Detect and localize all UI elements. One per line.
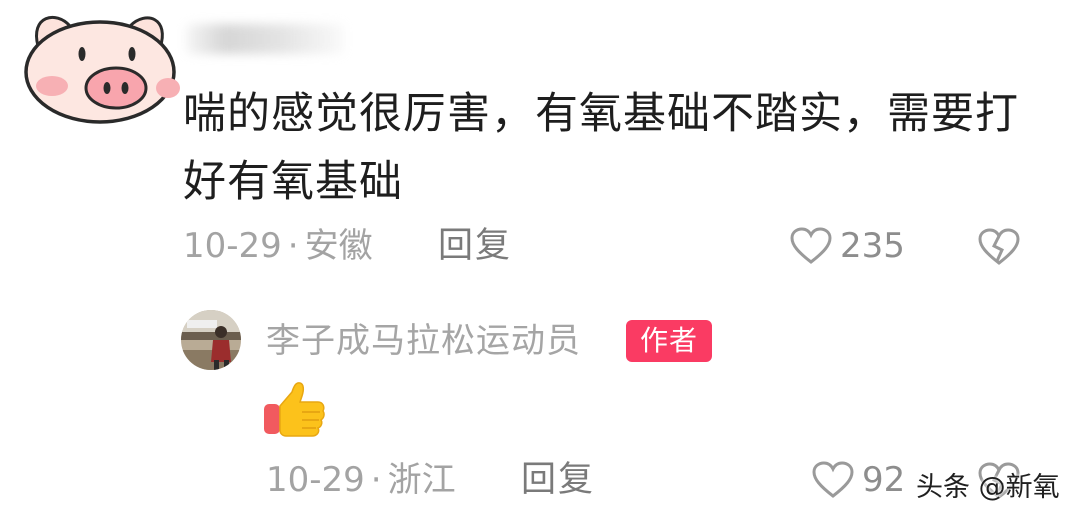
broken-heart-icon xyxy=(978,228,1020,265)
like-button[interactable]: 92 xyxy=(812,458,905,502)
like-count: 92 xyxy=(862,460,906,500)
author-badge: 作者 xyxy=(626,320,712,362)
reply-location: 浙江 xyxy=(387,460,456,500)
author-avatar[interactable] xyxy=(181,310,241,370)
meta-separator: · xyxy=(370,460,382,500)
heart-icon xyxy=(790,227,832,264)
thumbs-up-icon xyxy=(264,382,325,437)
comment-date: 10-29 xyxy=(183,226,282,266)
meta-separator: · xyxy=(287,226,299,266)
watermark: 头条 @新氧 xyxy=(916,472,1060,503)
reply-button[interactable]: 回复 xyxy=(438,224,512,268)
comment-location: 安徽 xyxy=(304,226,373,266)
author-photo xyxy=(181,310,241,370)
reply-button[interactable]: 回复 xyxy=(521,458,595,502)
commenter-avatar[interactable] xyxy=(18,6,180,126)
heart-icon xyxy=(812,461,854,498)
dislike-button[interactable] xyxy=(978,228,1020,270)
username-redacted[interactable] xyxy=(186,24,344,54)
pig-face-icon xyxy=(24,15,180,124)
like-button[interactable]: 235 xyxy=(790,224,905,268)
reply-date: 10-29 xyxy=(266,460,365,500)
reply-meta: 10-29 · 浙江 xyxy=(266,458,456,502)
comment-text: 喘的感觉很厉害，有氧基础不踏实，需要打好有氧基础 xyxy=(183,89,1019,207)
comment-thread: 喘的感觉很厉害，有氧基础不踏实，需要打好有氧基础 10-29 · 安徽 回复 235 xyxy=(0,0,1080,520)
reply-emoji xyxy=(262,380,326,438)
author-name[interactable]: 李子成马拉松运动员 xyxy=(266,318,581,364)
comment-meta: 10-29 · 安徽 xyxy=(183,224,373,268)
like-count: 235 xyxy=(840,226,905,266)
